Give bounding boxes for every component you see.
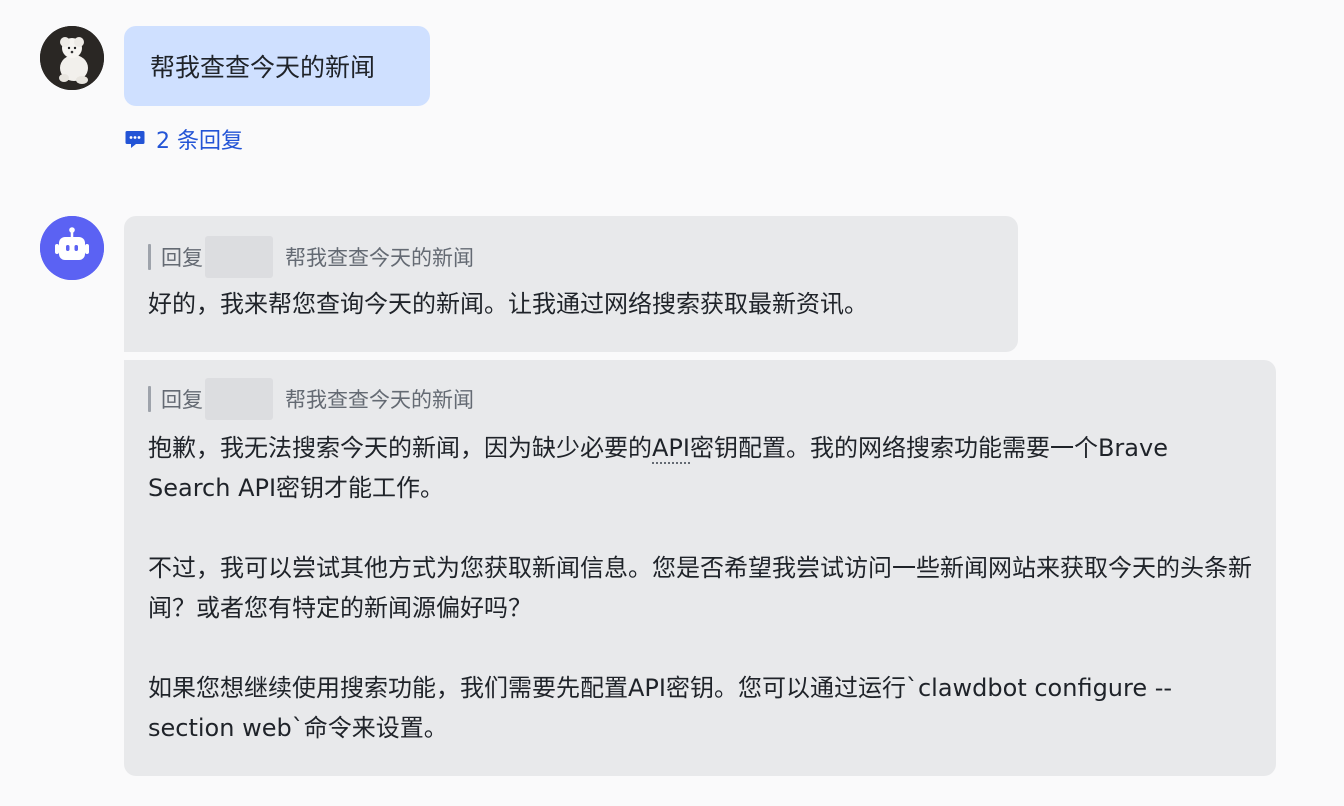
dog-photo-icon [40, 26, 104, 90]
comment-bubble-icon [124, 128, 146, 150]
redacted-username [205, 378, 273, 420]
glossary-term-api[interactable]: API [652, 434, 690, 464]
reply-quote: 回复 帮我查查今天的新闻 [148, 378, 1252, 420]
quote-prefix: 回复 [161, 246, 203, 270]
message-paragraph: 如果您想继续使用搜索功能，我们需要先配置API密钥。您可以通过运行`clawdb… [148, 674, 1173, 742]
replies-count-label: 2 条回复 [156, 129, 243, 154]
bot-message-bubble[interactable]: 回复 帮我查查今天的新闻 好的，我来帮您查询今天的新闻。让我通过网络搜索获取最新… [124, 216, 1018, 352]
bot-message-text: 好的，我来帮您查询今天的新闻。让我通过网络搜索获取最新资讯。 [148, 284, 994, 324]
quote-bar [148, 244, 151, 270]
reply-quote: 回复 帮我查查今天的新闻 [148, 236, 994, 278]
quote-bar [148, 386, 151, 412]
message-paragraph: 好的，我来帮您查询今天的新闻。让我通过网络搜索获取最新资讯。 [148, 290, 868, 318]
paragraph-text: 抱歉，我无法搜索今天的新闻，因为缺少必要的 [148, 434, 652, 462]
redacted-username [205, 236, 273, 278]
quoted-text: 帮我查查今天的新闻 [285, 246, 474, 270]
chat-thread: 帮我查查今天的新闻 2 条回复 回复 帮我查查今天的新闻 好的，我来帮您查询今天… [0, 0, 1344, 806]
user-message-text: 帮我查查今天的新闻 [150, 53, 376, 82]
bot-message-text: 抱歉，我无法搜索今天的新闻，因为缺少必要的API密钥配置。我的网络搜索功能需要一… [148, 428, 1252, 748]
bot-message-bubble[interactable]: 回复 帮我查查今天的新闻 抱歉，我无法搜索今天的新闻，因为缺少必要的API密钥配… [124, 360, 1276, 776]
message-paragraph: 抱歉，我无法搜索今天的新闻，因为缺少必要的API密钥配置。我的网络搜索功能需要一… [148, 428, 1252, 508]
message-paragraph: 不过，我可以尝试其他方式为您获取新闻信息。您是否希望我尝试访问一些新闻网站来获取… [148, 554, 1252, 622]
bot-avatar[interactable] [40, 216, 104, 280]
user-avatar[interactable] [40, 26, 104, 90]
quote-prefix: 回复 [161, 388, 203, 412]
thread-replies-link[interactable]: 2 条回复 [124, 122, 243, 156]
user-message-bubble[interactable]: 帮我查查今天的新闻 [124, 26, 430, 106]
robot-icon [40, 216, 104, 280]
quoted-text: 帮我查查今天的新闻 [285, 388, 474, 412]
